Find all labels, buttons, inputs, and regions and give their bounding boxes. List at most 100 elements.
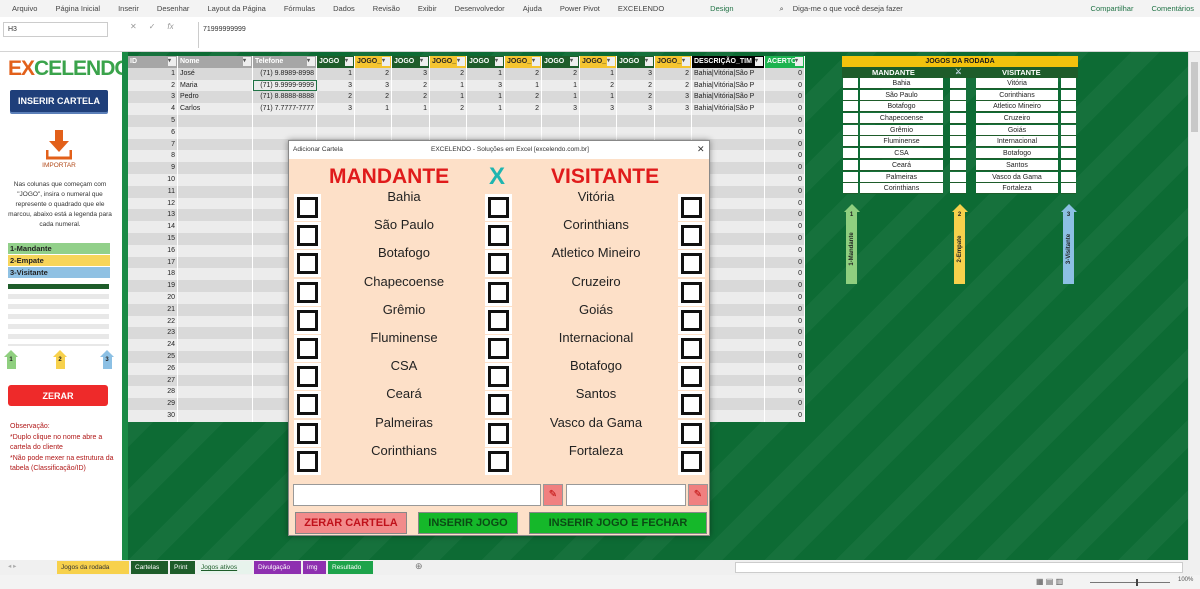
name-input[interactable]: [293, 484, 541, 506]
cell-score[interactable]: 0: [765, 232, 805, 245]
cell-game[interactable]: 3: [392, 67, 430, 80]
cell-name[interactable]: Pedro: [178, 91, 253, 104]
cell-id[interactable]: 23: [128, 327, 178, 340]
round-checkbox-cell[interactable]: [1061, 183, 1076, 195]
cell-empty[interactable]: [505, 114, 542, 127]
cell-game[interactable]: 3: [617, 67, 655, 80]
tab-scroll-icon[interactable]: ◂ ▸: [8, 562, 16, 570]
cell-empty[interactable]: [178, 138, 253, 151]
cell-empty[interactable]: [430, 114, 467, 127]
away-win-checkbox[interactable]: [678, 335, 705, 362]
cell-game[interactable]: 1: [542, 79, 580, 92]
cell-empty[interactable]: [355, 126, 392, 139]
search-icon[interactable]: ⌕: [780, 4, 784, 14]
cell-phone[interactable]: (71) 7.7777-7777: [253, 103, 317, 115]
edit-name-icon[interactable]: ✎: [543, 484, 563, 506]
round-checkbox-cell[interactable]: [950, 136, 966, 148]
cell-score[interactable]: 0: [765, 138, 805, 151]
away-win-checkbox[interactable]: [678, 250, 705, 278]
cell-empty[interactable]: [467, 114, 505, 127]
cell-game[interactable]: 1: [355, 103, 392, 115]
cell-game[interactable]: 2: [617, 91, 655, 104]
cell-id[interactable]: 14: [128, 221, 178, 233]
cell-empty[interactable]: [178, 398, 253, 410]
import-icon[interactable]: [46, 130, 72, 160]
cell-empty[interactable]: [178, 327, 253, 340]
round-checkbox-cell[interactable]: [950, 183, 966, 195]
cell-empty[interactable]: [392, 114, 430, 127]
cell-phone[interactable]: (71) 9.9999-9999: [253, 79, 317, 92]
cell-score[interactable]: 0: [765, 386, 805, 399]
cell-description[interactable]: Bahia|Vitória|São P: [692, 67, 765, 80]
cell-empty[interactable]: [580, 114, 617, 127]
ribbon-tab[interactable]: Power Pivot: [560, 4, 600, 13]
cell-empty[interactable]: [178, 173, 253, 186]
cell-score[interactable]: 0: [765, 268, 805, 281]
cell-score[interactable]: 0: [765, 398, 805, 410]
round-checkbox-cell[interactable]: [950, 148, 966, 160]
add-sheet-icon[interactable]: ⊕: [415, 561, 423, 572]
cell-game[interactable]: 2: [617, 79, 655, 92]
formula-input[interactable]: 71999999999: [198, 22, 1188, 48]
cell-empty[interactable]: [467, 126, 505, 139]
ribbon-tab[interactable]: Fórmulas: [284, 4, 315, 13]
cell-empty[interactable]: [355, 114, 392, 127]
home-win-checkbox[interactable]: [294, 306, 321, 334]
cell-empty[interactable]: [253, 126, 317, 139]
away-win-checkbox[interactable]: [678, 194, 705, 221]
cell-phone[interactable]: (71) 8.8888-8888: [253, 91, 317, 104]
cell-id[interactable]: 21: [128, 303, 178, 316]
home-win-checkbox[interactable]: [294, 391, 321, 419]
away-win-checkbox[interactable]: [678, 363, 705, 391]
cell-game[interactable]: 1: [430, 79, 467, 92]
cell-game[interactable]: 3: [467, 79, 505, 92]
cell-empty[interactable]: [178, 315, 253, 328]
insert-game-button[interactable]: INSERIR JOGO: [418, 512, 518, 534]
cell-empty[interactable]: [178, 209, 253, 222]
column-header[interactable]: Nome: [178, 56, 253, 68]
round-checkbox-cell[interactable]: [843, 171, 858, 183]
cell-score[interactable]: 0: [765, 67, 805, 80]
round-checkbox-cell[interactable]: [843, 89, 858, 101]
cell-game[interactable]: 3: [655, 91, 692, 104]
home-win-checkbox[interactable]: [294, 194, 321, 221]
cell-empty[interactable]: [178, 303, 253, 316]
cell-id[interactable]: 18: [128, 268, 178, 281]
cell-id[interactable]: 22: [128, 315, 178, 328]
home-win-checkbox[interactable]: [294, 222, 321, 250]
cell-empty[interactable]: [178, 374, 253, 387]
sheet-tab[interactable]: Jogos da rodada: [57, 561, 129, 574]
cell-score[interactable]: 0: [765, 362, 805, 375]
cell-empty[interactable]: [692, 126, 765, 139]
cell-game[interactable]: 2: [430, 103, 467, 115]
ribbon-tab[interactable]: Arquivo: [12, 4, 37, 13]
cell-id[interactable]: 8: [128, 150, 178, 163]
cell-empty[interactable]: [392, 126, 430, 139]
column-header[interactable]: JOGO: [467, 56, 505, 68]
column-header[interactable]: ACERTO: [765, 56, 805, 68]
cell-empty[interactable]: [617, 114, 655, 127]
cell-score[interactable]: 0: [765, 197, 805, 210]
round-checkbox-cell[interactable]: [1061, 89, 1076, 101]
comments-button[interactable]: Comentários: [1151, 4, 1194, 13]
cell-id[interactable]: 11: [128, 185, 178, 198]
cell-game[interactable]: 1: [580, 91, 617, 104]
cell-score[interactable]: 0: [765, 256, 805, 269]
cell-game[interactable]: 2: [430, 67, 467, 80]
cell-empty[interactable]: [617, 126, 655, 139]
share-button[interactable]: Compartilhar: [1091, 4, 1134, 13]
cell-empty[interactable]: [542, 114, 580, 127]
cell-description[interactable]: Bahia|Vitória|São P: [692, 79, 765, 92]
round-checkbox-cell[interactable]: [950, 124, 966, 136]
round-checkbox-cell[interactable]: [843, 124, 858, 136]
cell-empty[interactable]: [178, 162, 253, 174]
draw-checkbox[interactable]: [485, 278, 512, 306]
cell-score[interactable]: 0: [765, 126, 805, 139]
cell-id[interactable]: 2: [128, 79, 178, 92]
away-win-checkbox[interactable]: [678, 391, 705, 419]
cell-game[interactable]: 2: [355, 91, 392, 104]
cell-score[interactable]: 0: [765, 79, 805, 92]
home-win-checkbox[interactable]: [294, 278, 321, 306]
column-header[interactable]: JOGO_: [655, 56, 692, 68]
round-checkbox-cell[interactable]: [950, 78, 966, 89]
